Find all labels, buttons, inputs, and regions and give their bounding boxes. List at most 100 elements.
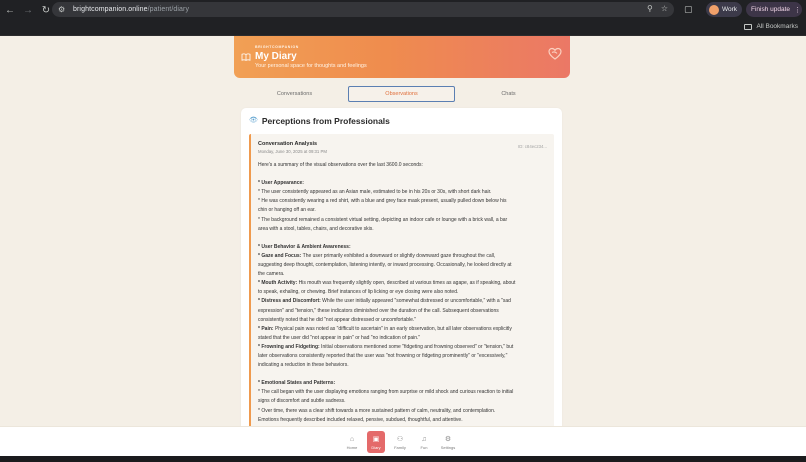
entry-line: to speak, exhaling, or chewing. Brief in… (258, 288, 554, 297)
entry-line: stated that the user did "not appear in … (258, 334, 554, 343)
back-arrow-icon[interactable]: ← (2, 2, 18, 18)
entry-line: consistently noted that he did "not appe… (258, 316, 554, 325)
address-bar[interactable]: ⚙ brightcompanion.online/patient/diary ⚲… (52, 2, 674, 17)
entry-line-text: suggesting deep thought, contemplation, … (258, 262, 512, 269)
nav-diary[interactable]: ▣ Diary (367, 431, 385, 453)
entry-line: suggesting deep thought, contemplation, … (258, 261, 554, 270)
entry-line: * Mouth Activity: His mouth was frequent… (258, 279, 554, 288)
nav-fun[interactable]: ♫ Fun (415, 431, 433, 453)
book-icon (241, 53, 251, 61)
entry-line: * User Behavior & Ambient Awareness: (258, 243, 554, 252)
update-label: Finish update (751, 6, 791, 13)
entry-line: * Emotional States and Patterns: (258, 379, 554, 388)
entry-line-text: area with a stool, tables, chairs, and d… (258, 225, 374, 232)
profile-button[interactable]: Work (706, 2, 742, 17)
section-title: Perceptions from Professionals (261, 116, 390, 126)
entry-line: chin or hanging off an ear. (258, 206, 554, 215)
window-bottom-edge (0, 456, 806, 462)
entry-line: signs of discomfort and subtle sadness. (258, 397, 554, 406)
entry-line: * Frowning and Fidgeting: Initial observ… (258, 343, 554, 352)
nav-home[interactable]: ⌂ Home (343, 431, 361, 453)
nav-family[interactable]: ⚇ Family (391, 431, 409, 453)
diary-tabs: Conversations Observations Chats (241, 86, 562, 102)
gear-icon: ⚙ (444, 435, 452, 443)
entry-line-text: Initial observations mentioned some "fid… (319, 343, 514, 350)
nav-home-label: Home (346, 444, 358, 450)
entry-line (258, 370, 554, 379)
entry-line (258, 234, 554, 243)
music-icon: ♫ (421, 435, 427, 443)
entry-title: Conversation Analysis (258, 141, 318, 147)
entry-line-text: later observations consistently reported… (258, 352, 508, 359)
entry-line-text: stated that the user did "not appear in … (258, 334, 421, 341)
browser-toolbar: ← → ↻ ⚙ brightcompanion.online/patient/d… (0, 0, 806, 20)
site-info-icon[interactable]: ⚙ (58, 5, 67, 14)
entry-line: * The user consistently appeared as an A… (258, 188, 554, 197)
page-subtitle: Your personal space for thoughts and fee… (255, 63, 367, 69)
entry-line: expression" and "tension," these indicat… (258, 307, 554, 316)
finish-update-button[interactable]: Finish update ⋮ (746, 2, 802, 17)
nav-settings[interactable]: ⚙ Settings (439, 431, 457, 453)
entry-line: the camera. (258, 270, 554, 279)
entry-line: * The call began with the user displayin… (258, 388, 554, 397)
entry-line: * He was consistently wearing a red shir… (258, 197, 554, 206)
entry-line-text: * The background remained a consistent v… (258, 216, 508, 223)
entry-line-heading: * Mouth Activity: (258, 280, 298, 287)
entry-line: * The background remained a consistent v… (258, 216, 554, 225)
entry-line-heading: * Distress and Discomfort: (258, 298, 321, 305)
tab-observations[interactable]: Observations (348, 86, 455, 102)
diary-header: BRIGHTCOMPANION My Diary Your personal s… (234, 36, 570, 78)
home-icon: ⌂ (349, 435, 355, 443)
page-content: BRIGHTCOMPANION My Diary Your personal s… (0, 36, 806, 426)
profile-label: Work (722, 6, 738, 13)
entry-line-text: * The user consistently appeared as an A… (258, 189, 492, 196)
all-bookmarks-button[interactable]: All Bookmarks (744, 23, 798, 30)
url-path: /patient/diary (147, 6, 190, 13)
entry-line-text: While the user initially appeared "somew… (320, 298, 511, 305)
bookmark-star-icon[interactable]: ☆ (661, 4, 668, 13)
nav-settings-label: Settings (440, 444, 456, 450)
nav-fun-label: Fun (420, 444, 428, 450)
entry-line-text: indicating a reduction in these behavior… (258, 362, 349, 369)
more-vert-icon[interactable]: ⋮ (794, 6, 801, 14)
entry-line-text: the camera. (258, 271, 285, 278)
entry-line-text: consistently noted that he did "not appe… (258, 316, 417, 323)
entry-id: ID: c84ec234... (518, 144, 547, 149)
nav-family-label: Family (394, 444, 406, 450)
entry-line-heading: * User Appearance: (258, 180, 304, 187)
entry-line-text: Physical pain was noted as "difficult to… (273, 325, 512, 332)
entry-line-text: * The call began with the user displayin… (258, 389, 514, 396)
entry-line: * Gaze and Focus: The user primarily exh… (258, 252, 554, 261)
entry-line-text: Here's a summary of the visual observati… (258, 162, 423, 168)
entry-line-text: Emotions frequently described included r… (258, 416, 463, 423)
entry-line: area with a stool, tables, chairs, and d… (258, 225, 554, 234)
book-icon: ▣ (372, 435, 380, 443)
avatar (709, 4, 719, 15)
forward-arrow-icon[interactable]: → (20, 2, 36, 18)
entry-line-text: to speak, exhaling, or chewing. Brief in… (258, 289, 459, 296)
extensions-icon[interactable]: ▢ (684, 4, 693, 15)
tab-chats[interactable]: Chats (455, 86, 562, 102)
entry-line: * User Appearance: (258, 179, 554, 188)
section-header: 👁 Perceptions from Professionals (249, 116, 390, 126)
entry-line: later observations consistently reported… (258, 352, 554, 361)
heart-icon (548, 47, 562, 60)
url-text: brightcompanion.online/patient/diary (73, 6, 189, 13)
entry-line-text: His mouth was frequently slightly open, … (297, 280, 516, 287)
page-title: My Diary (255, 51, 297, 62)
eye-icon: 👁 (249, 117, 258, 124)
tab-conversations[interactable]: Conversations (241, 86, 348, 102)
entry-line-heading: * Emotional States and Patterns: (258, 380, 336, 387)
zoom-icon[interactable]: ⚲ (647, 4, 653, 13)
brand-label: BRIGHTCOMPANION (255, 45, 299, 49)
entry-line: Here's a summary of the visual observati… (258, 161, 554, 170)
entry-line-heading: * Pain: (258, 325, 274, 332)
entry-line-text: * He was consistently wearing a red shir… (258, 198, 507, 205)
entry-line: indicating a reduction in these behavior… (258, 361, 554, 370)
entry-line: * Pain: Physical pain was noted as "diff… (258, 325, 554, 334)
observation-entry: Conversation Analysis Monday, June 30, 2… (249, 134, 554, 426)
entry-line-text: expression" and "tension," these indicat… (258, 307, 499, 314)
entry-line: * Distress and Discomfort: While the use… (258, 297, 554, 306)
entry-line-text: The user primarily exhibited a downward … (301, 252, 496, 259)
entry-line-text: chin or hanging off an ear. (258, 207, 316, 214)
